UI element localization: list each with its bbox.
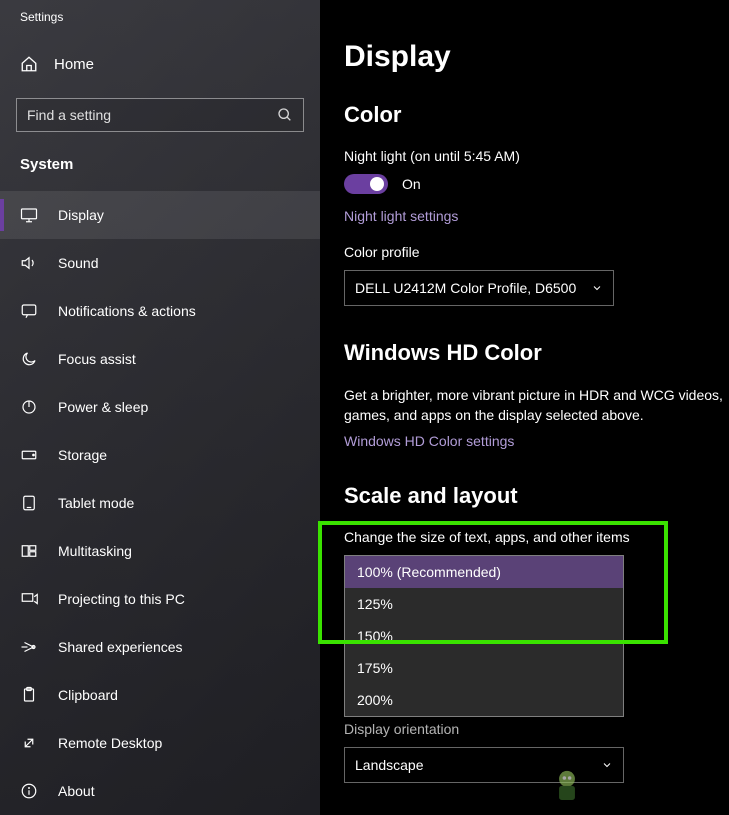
hd-heading: Windows HD Color (344, 340, 729, 366)
sidebar-item-label: Notifications & actions (58, 303, 196, 319)
sidebar-item-label: Shared experiences (58, 639, 183, 655)
night-light-toggle[interactable] (344, 174, 388, 194)
home-icon (20, 55, 38, 73)
sidebar-item-label: Clipboard (58, 687, 118, 703)
sidebar-item-notifications-actions[interactable]: Notifications & actions (0, 287, 320, 335)
monitor-icon (20, 206, 38, 224)
chevron-down-icon (591, 282, 603, 294)
sidebar-item-power-sleep[interactable]: Power & sleep (0, 383, 320, 431)
sidebar-item-label: About (58, 783, 95, 799)
chevron-down-icon (601, 759, 613, 771)
sidebar-item-clipboard[interactable]: Clipboard (0, 671, 320, 719)
scale-option[interactable]: 150% (345, 620, 623, 652)
watermark-icon (545, 763, 589, 807)
info-icon (20, 782, 38, 800)
sidebar-item-storage[interactable]: Storage (0, 431, 320, 479)
sidebar-item-label: Multitasking (58, 543, 132, 559)
sidebar-item-label: Projecting to this PC (58, 591, 185, 607)
remote-icon (20, 734, 38, 752)
search-field[interactable] (27, 107, 277, 123)
window-title: Settings (0, 0, 320, 40)
message-icon (20, 302, 38, 320)
scale-option[interactable]: 200% (345, 684, 623, 716)
color-profile-dropdown[interactable]: DELL U2412M Color Profile, D6500 (344, 270, 614, 306)
hd-description: Get a brighter, more vibrant picture in … (344, 386, 729, 425)
sidebar-item-remote-desktop[interactable]: Remote Desktop (0, 719, 320, 767)
night-light-label: Night light (on until 5:45 AM) (344, 148, 729, 164)
color-profile-value: DELL U2412M Color Profile, D6500 (355, 280, 576, 296)
sidebar-item-sound[interactable]: Sound (0, 239, 320, 287)
drive-icon (20, 446, 38, 464)
scale-option[interactable]: 100% (Recommended) (345, 556, 623, 588)
scale-heading: Scale and layout (344, 483, 729, 509)
sidebar-item-label: Storage (58, 447, 107, 463)
night-light-settings-link[interactable]: Night light settings (344, 208, 729, 224)
sidebar-item-projecting-to-this-pc[interactable]: Projecting to this PC (0, 575, 320, 623)
moon-icon (20, 350, 38, 368)
orientation-label: Display orientation (344, 721, 729, 737)
sidebar-item-tablet-mode[interactable]: Tablet mode (0, 479, 320, 527)
toggle-state-label: On (402, 176, 421, 192)
sidebar-item-shared-experiences[interactable]: Shared experiences (0, 623, 320, 671)
sidebar-item-label: Tablet mode (58, 495, 134, 511)
hd-settings-link[interactable]: Windows HD Color settings (344, 433, 729, 449)
sidebar-item-focus-assist[interactable]: Focus assist (0, 335, 320, 383)
search-input[interactable] (16, 98, 304, 132)
color-profile-label: Color profile (344, 244, 729, 260)
scale-option[interactable]: 175% (345, 652, 623, 684)
scale-label: Change the size of text, apps, and other… (344, 529, 729, 545)
sidebar-item-multitasking[interactable]: Multitasking (0, 527, 320, 575)
clipboard-icon (20, 686, 38, 704)
tablet-icon (20, 494, 38, 512)
sidebar-item-label: Power & sleep (58, 399, 148, 415)
sidebar-section: System (0, 132, 320, 191)
multitask-icon (20, 542, 38, 560)
search-icon (277, 107, 293, 123)
project-icon (20, 590, 38, 608)
sidebar-item-label: Display (58, 207, 104, 223)
sidebar-item-about[interactable]: About (0, 767, 320, 815)
sidebar-item-label: Sound (58, 255, 98, 271)
home-link[interactable]: Home (0, 40, 320, 88)
sidebar-item-display[interactable]: Display (0, 191, 320, 239)
orientation-value: Landscape (355, 757, 424, 773)
sidebar-item-label: Focus assist (58, 351, 136, 367)
scale-dropdown-open[interactable]: 100% (Recommended)125%150%175%200% (344, 555, 624, 717)
page-title: Display (344, 40, 729, 74)
scale-option[interactable]: 125% (345, 588, 623, 620)
speaker-icon (20, 254, 38, 272)
sidebar-item-label: Remote Desktop (58, 735, 162, 751)
color-heading: Color (344, 102, 729, 128)
power-icon (20, 398, 38, 416)
home-label: Home (54, 56, 94, 73)
shared-icon (20, 638, 38, 656)
